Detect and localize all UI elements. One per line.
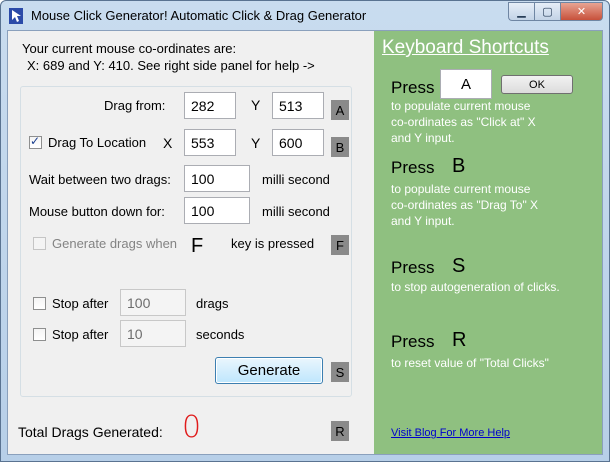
button-down-label: Mouse button down for: xyxy=(29,204,165,219)
drag-to-key-badge: B xyxy=(331,137,349,157)
generate-button[interactable]: Generate xyxy=(215,357,323,384)
press-r-key: R xyxy=(452,329,467,351)
title-bar[interactable]: Mouse Click Generator! Automatic Click &… xyxy=(1,1,609,31)
stop-seconds-label: Stop after xyxy=(52,327,109,342)
total-drags-label: Total Drags Generated: xyxy=(18,424,163,440)
shortcut-a-desc-line3: and Y input. xyxy=(391,131,455,145)
drag-to-x-input[interactable] xyxy=(184,129,236,156)
stop-seconds-checkbox[interactable] xyxy=(33,328,46,341)
drag-from-key-badge: A xyxy=(331,100,349,120)
hotkey-checkbox[interactable] xyxy=(33,237,46,250)
shortcut-s-desc: to stop autogeneration of clicks. xyxy=(391,279,560,295)
generate-key-badge: S xyxy=(331,362,349,382)
minimize-button[interactable]: ▁ xyxy=(508,2,534,21)
press-r-label: Press xyxy=(391,332,435,351)
shortcut-r-desc-line1: to reset value of "Total Clicks" xyxy=(391,356,549,370)
wait-unit-label: milli second xyxy=(262,172,330,187)
stop-seconds-unit-label: seconds xyxy=(196,327,245,342)
drag-from-y-label: Y xyxy=(251,97,261,113)
wait-input[interactable] xyxy=(184,165,250,192)
stop-drags-unit-label: drags xyxy=(196,296,229,311)
press-a-label: Press xyxy=(391,78,435,97)
drag-to-y-label: Y xyxy=(251,135,261,151)
drag-to-y-input[interactable] xyxy=(272,129,324,156)
shortcut-s-desc-line1: to stop autogeneration of clicks. xyxy=(391,280,560,294)
ok-button[interactable]: OK xyxy=(501,75,573,94)
coords-info-line1: Your current mouse co-ordinates are: xyxy=(22,41,237,56)
hotkey-letter: F xyxy=(191,235,204,257)
hotkey-key-badge: F xyxy=(331,235,349,255)
window-controls: ▁ ▢ ✕ xyxy=(508,2,603,21)
stop-drags-input[interactable] xyxy=(120,289,186,316)
visit-blog-link[interactable]: Visit Blog For More Help xyxy=(391,427,510,439)
press-s-key: S xyxy=(452,255,466,277)
shortcut-a-desc: to populate current mouse co-ordinates a… xyxy=(391,98,536,146)
maximize-button[interactable]: ▢ xyxy=(534,2,560,21)
drag-from-label: Drag from: xyxy=(104,98,166,113)
close-button[interactable]: ✕ xyxy=(560,2,603,21)
press-s-label: Press xyxy=(391,258,435,277)
shortcut-b-desc-line1: to populate current mouse xyxy=(391,182,531,196)
button-down-input[interactable] xyxy=(184,197,250,224)
coords-info-line2: X: 689 and Y: 410. See right side panel … xyxy=(27,58,315,73)
shortcut-a-desc-line1: to populate current mouse xyxy=(391,99,531,113)
shortcut-a-display: A xyxy=(440,69,492,99)
stop-drags-label: Stop after xyxy=(52,296,109,311)
shortcut-b-desc-line2: co-ordinates as "Drag To" X xyxy=(391,198,539,212)
hotkey-label: Generate drags when xyxy=(52,236,178,251)
drag-from-y-input[interactable] xyxy=(272,92,324,119)
app-icon xyxy=(9,8,23,24)
button-down-unit-label: milli second xyxy=(262,204,330,219)
shortcut-r-desc: to reset value of "Total Clicks" xyxy=(391,355,549,371)
stop-seconds-input[interactable] xyxy=(120,320,186,347)
hotkey-suffix-label: key is pressed xyxy=(231,236,315,251)
reset-key-badge: R xyxy=(331,421,349,441)
drag-to-x-label: X xyxy=(163,135,173,151)
panel-title: Keyboard Shortcuts xyxy=(382,37,549,58)
drag-from-x-input[interactable] xyxy=(184,92,236,119)
total-drags-counter: 0 xyxy=(182,410,202,445)
shortcut-b-desc: to populate current mouse co-ordinates a… xyxy=(391,181,538,229)
checkmark-icon: ✓ xyxy=(30,134,41,148)
wait-label: Wait between two drags: xyxy=(29,172,171,187)
shortcut-b-desc-line3: and Y input. xyxy=(391,214,455,228)
press-b-label: Press xyxy=(391,158,435,177)
press-b-key: B xyxy=(452,155,466,177)
keyboard-shortcuts-panel: Keyboard Shortcuts Press A OK to populat… xyxy=(374,31,602,454)
stop-drags-checkbox[interactable] xyxy=(33,297,46,310)
shortcut-a-desc-line2: co-ordinates as "Click at" X xyxy=(391,115,536,129)
window-title: Mouse Click Generator! Automatic Click &… xyxy=(31,8,367,23)
drag-to-label: Drag To Location xyxy=(48,135,147,150)
drag-to-checkbox[interactable]: ✓ xyxy=(29,134,42,149)
